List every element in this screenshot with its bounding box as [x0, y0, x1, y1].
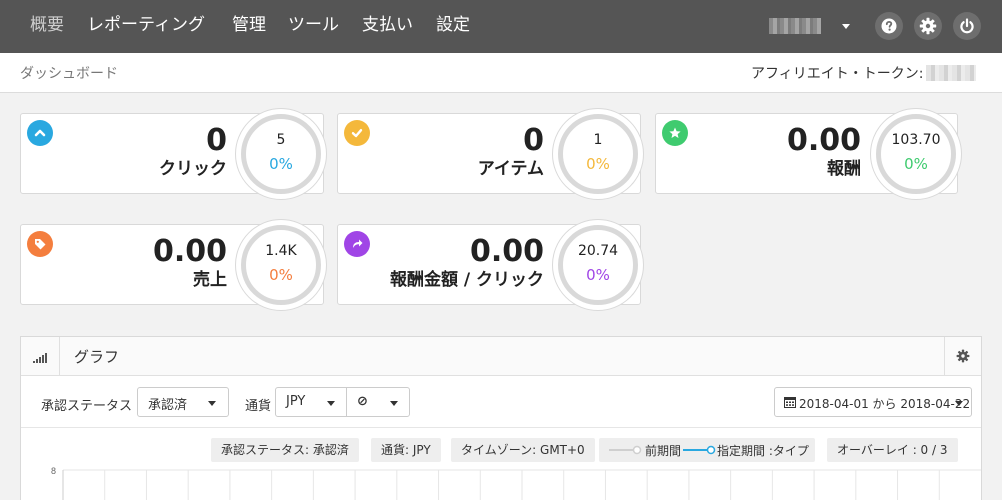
chevron-down-icon — [955, 401, 963, 406]
previous-period-line-icon — [609, 445, 642, 455]
previous-period-label: 前期間 — [645, 444, 682, 458]
nav-reporting[interactable]: レポーティング — [87, 13, 205, 37]
stat-card-sales: 0.00 売上 1.4K 0% — [20, 219, 327, 311]
y-tick-label: 8 — [51, 466, 56, 476]
user-name-redacted[interactable] — [769, 18, 821, 34]
sub-header: ダッシュボード アフィリエイト・トークン: — [0, 53, 1002, 93]
graph-settings-gear-icon[interactable] — [956, 349, 970, 363]
extra-select-value: ⊘ — [357, 394, 368, 409]
chart-grid — [62, 469, 981, 500]
currency-select[interactable]: JPY — [275, 387, 347, 417]
currency-chip: 通貨: JPY — [371, 438, 441, 462]
top-nav: 概要 レポーティング 管理 ツール 支払い 設定 — [0, 0, 1002, 53]
gauge-percent: 0% — [269, 266, 293, 284]
currency-filter-label: 通貨 — [245, 399, 272, 414]
date-range-value: 2018-04-01 から 2018-04-22 — [799, 397, 971, 411]
status-select[interactable]: 承認済 — [137, 387, 229, 417]
nav-tools[interactable]: ツール — [288, 13, 339, 37]
overlay-chip[interactable]: オーバーレイ : 0 / 3 — [827, 438, 958, 462]
graph-chart: 8 — [51, 466, 981, 500]
signal-bars-icon — [33, 353, 47, 363]
gauge-total: 5 — [276, 132, 286, 148]
stat-card-commission: 0.00 報酬 103.70 0% — [655, 108, 962, 200]
help-icon — [881, 18, 897, 34]
nav-payments[interactable]: 支払い — [362, 13, 413, 37]
chevron-down-icon — [327, 401, 335, 406]
stat-gauge: 103.70 0% — [870, 108, 962, 200]
stat-gauge: 1 0% — [552, 108, 644, 200]
gauge-percent: 0% — [269, 155, 293, 173]
user-menu-caret-icon[interactable] — [842, 24, 850, 29]
breadcrumb: ダッシュボード — [20, 66, 118, 82]
gauge-total: 1.4K — [265, 243, 297, 259]
share-icon — [344, 231, 370, 257]
power-icon — [960, 18, 974, 34]
stat-gauge: 5 0% — [235, 108, 327, 200]
stat-label: 報酬金額 / クリック — [389, 270, 544, 290]
chevron-down-icon — [390, 401, 398, 406]
settings-button[interactable] — [914, 12, 942, 40]
gauge-total: 103.70 — [891, 132, 941, 148]
status-chip: 承認ステータス: 承認済 — [211, 438, 359, 462]
stat-card-items: 0 アイテム 1 0% — [337, 108, 644, 200]
stat-label: クリック — [159, 159, 227, 179]
tag-icon — [27, 231, 53, 257]
date-range-picker[interactable]: 2018-04-01 から 2018-04-22 — [774, 387, 972, 417]
graph-panel-header: グラフ — [21, 337, 981, 376]
chevron-down-icon — [208, 401, 216, 406]
help-button[interactable] — [875, 12, 903, 40]
graph-title: グラフ — [74, 348, 120, 366]
timezone-chip: タイムゾーン: GMT+0 — [451, 438, 595, 462]
stat-card-clicks: 0 クリック 5 0% — [20, 108, 327, 200]
gauge-total: 20.74 — [577, 243, 619, 259]
stat-value: 0 — [206, 123, 227, 158]
calendar-icon — [784, 397, 796, 408]
gauge-percent: 0% — [586, 266, 610, 284]
nav-management[interactable]: 管理 — [232, 13, 266, 37]
nav-settings[interactable]: 設定 — [436, 13, 470, 37]
stat-gauge: 20.74 0% — [552, 219, 644, 311]
stat-gauge: 1.4K 0% — [235, 219, 327, 311]
chevron-up-icon — [27, 120, 53, 146]
stat-card-commission-per-click: 0.00 報酬金額 / クリック 20.74 0% — [337, 219, 644, 311]
nav-overview[interactable]: 概要 — [30, 13, 64, 37]
status-select-value: 承認済 — [148, 398, 188, 413]
status-filter-label: 承認ステータス — [41, 399, 133, 414]
gear-icon — [919, 17, 937, 35]
stat-label: アイテム — [477, 159, 544, 179]
extra-currency-select[interactable]: ⊘ — [346, 387, 410, 417]
currency-select-value: JPY — [286, 394, 306, 409]
stat-value: 0.00 — [786, 123, 861, 158]
star-icon — [662, 120, 688, 146]
affiliate-token-label: アフィリエイト・トークン: — [751, 66, 924, 82]
current-period-label: 指定期間 :タイプ — [717, 444, 809, 458]
stat-label: 報酬 — [827, 159, 861, 179]
gauge-percent: 0% — [586, 155, 610, 173]
stat-label: 売上 — [193, 270, 227, 290]
logout-button[interactable] — [953, 12, 981, 40]
stat-value: 0 — [523, 123, 544, 158]
gauge-percent: 0% — [904, 155, 928, 173]
graph-panel: グラフ 承認ステータス 承認済 通貨 JPY ⊘ 2018-04-01 から 2… — [20, 336, 982, 500]
stat-value: 0.00 — [152, 234, 227, 269]
current-period-line-icon — [683, 445, 716, 455]
affiliate-token-value-redacted — [926, 65, 976, 81]
stat-value: 0.00 — [469, 234, 544, 269]
check-icon — [344, 120, 370, 146]
period-legend[interactable]: 前期間 指定期間 :タイプ — [599, 438, 815, 462]
gauge-total: 1 — [593, 132, 603, 148]
